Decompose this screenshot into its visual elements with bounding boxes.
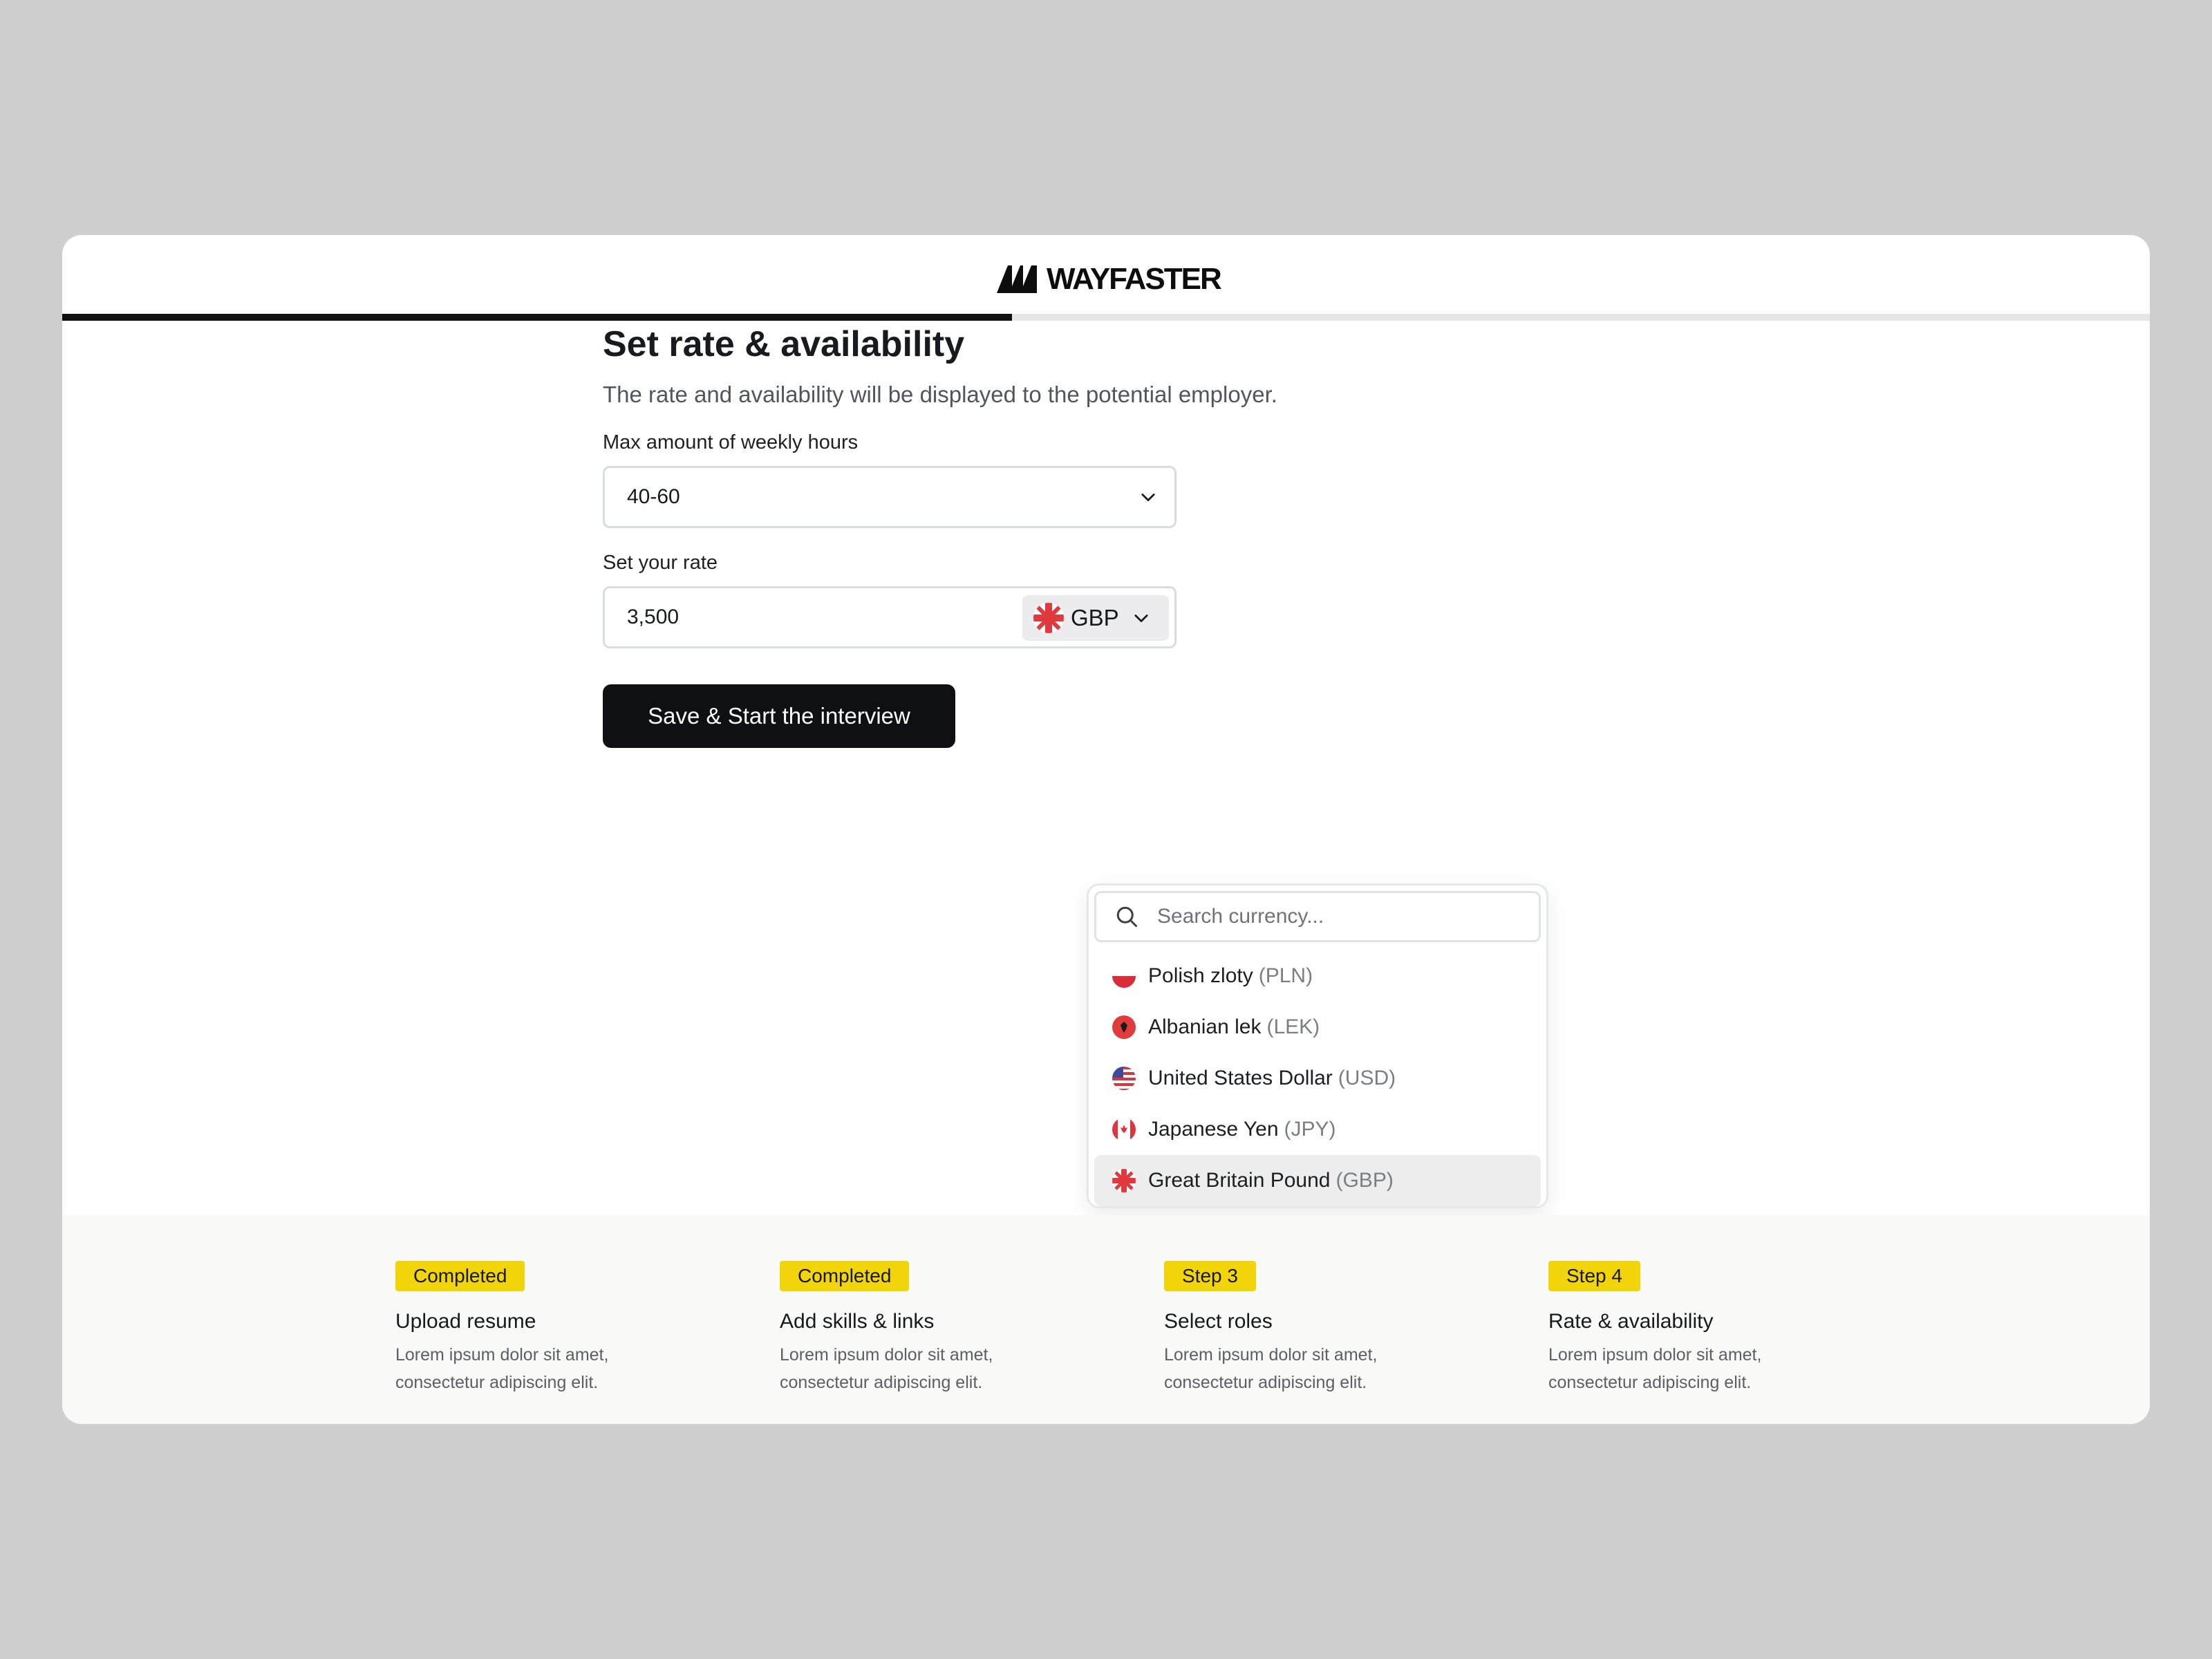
currency-option-usd[interactable]: United States Dollar (USD) <box>1094 1053 1541 1104</box>
uk-flag-icon <box>1112 1169 1136 1192</box>
usa-flag-icon <box>1112 1067 1136 1090</box>
chevron-down-icon <box>1134 615 1148 623</box>
currency-option-name: Albanian lek <box>1148 1015 1262 1038</box>
hours-label: Max amount of weekly hours <box>603 431 859 453</box>
page-title: Set rate & availability <box>603 324 965 364</box>
canada-flag-icon <box>1112 1118 1136 1141</box>
currency-select-button[interactable]: GBP <box>1022 595 1169 641</box>
currency-options-list: Polish zloty (PLN) Albanian lek (LEK) Un… <box>1094 950 1541 1206</box>
search-icon <box>1116 906 1137 927</box>
currency-option-code: (GBP) <box>1335 1169 1394 1192</box>
currency-option-code: (USD) <box>1338 1067 1396 1089</box>
brand-logo[interactable]: WAYFASTER <box>997 260 1222 299</box>
currency-search-box[interactable] <box>1094 891 1541 942</box>
wayfaster-logo-icon <box>997 265 1037 293</box>
currency-option-name: Polish zloty <box>1148 964 1253 987</box>
rate-form: Set rate & availability The rate and ava… <box>603 319 1501 748</box>
currency-option-code: (JPY) <box>1284 1118 1336 1141</box>
currency-option-pln[interactable]: Polish zloty (PLN) <box>1094 950 1541 1002</box>
currency-option-gbp[interactable]: Great Britain Pound (GBP) <box>1094 1155 1541 1206</box>
currency-option-name: Great Britain Pound <box>1148 1169 1331 1192</box>
weekly-hours-select[interactable]: 40-60 <box>603 466 1177 528</box>
weekly-hours-value: 40-60 <box>627 485 680 508</box>
currency-option-lek[interactable]: Albanian lek (LEK) <box>1094 1002 1541 1053</box>
brand-name: WAYFASTER <box>1047 262 1222 296</box>
currency-dropdown: Polish zloty (PLN) Albanian lek (LEK) Un… <box>1087 883 1548 1208</box>
currency-code: GBP <box>1071 605 1119 630</box>
currency-search-input[interactable] <box>1156 904 1518 929</box>
currency-option-jpy[interactable]: Japanese Yen (JPY) <box>1094 1104 1541 1155</box>
currency-option-code: (LEK) <box>1266 1015 1320 1038</box>
uk-flag-icon <box>1033 603 1064 633</box>
header: WAYFASTER <box>62 235 2150 321</box>
chevron-down-icon <box>1141 494 1155 502</box>
page-subtitle: The rate and availability will be displa… <box>603 382 1277 407</box>
currency-option-code: (PLN) <box>1258 964 1313 987</box>
albania-flag-icon <box>1112 1015 1136 1039</box>
rate-input[interactable]: 3,500 GBP <box>603 586 1177 648</box>
rate-label: Set your rate <box>603 552 718 574</box>
currency-option-name: United States Dollar <box>1148 1067 1333 1089</box>
save-start-interview-button[interactable]: Save & Start the interview <box>603 684 955 748</box>
poland-flag-icon <box>1112 964 1136 988</box>
currency-option-name: Japanese Yen <box>1148 1118 1279 1141</box>
